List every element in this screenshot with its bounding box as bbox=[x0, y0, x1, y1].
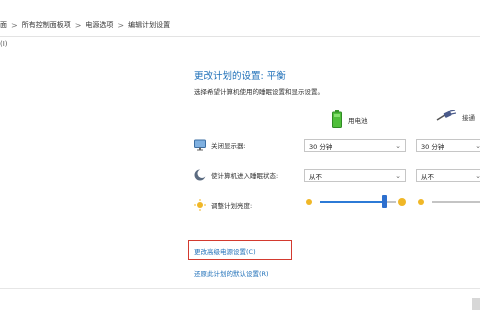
chevron-down-icon: ⌄ bbox=[475, 142, 480, 150]
chevron-right-icon: > bbox=[74, 20, 82, 30]
chevron-down-icon: ⌄ bbox=[475, 172, 480, 180]
column-battery-label: 用电池 bbox=[348, 117, 368, 125]
sleep-plugged-value: 从不 bbox=[421, 172, 434, 181]
breadcrumb: 面 > 所有控制面板项 > 电源选项 > 编辑计划设置 bbox=[0, 20, 170, 30]
row-brightness: 调整计划亮度: bbox=[194, 199, 252, 211]
advanced-power-settings-link[interactable]: 更改高级电源设置(C) bbox=[194, 246, 256, 256]
chevron-down-icon: ⌄ bbox=[395, 172, 401, 180]
save-button-edge[interactable] bbox=[472, 298, 480, 310]
slider-thumb[interactable] bbox=[382, 195, 388, 208]
chevron-right-icon: > bbox=[117, 20, 125, 30]
column-plugged-label: 接通 bbox=[462, 114, 475, 122]
display-off-label: 关闭显示器: bbox=[211, 142, 246, 150]
monitor-icon bbox=[194, 139, 206, 151]
display-off-plugged-select[interactable]: 30 分钟 ⌄ bbox=[416, 139, 480, 152]
display-off-plugged-value: 30 分钟 bbox=[421, 142, 445, 151]
column-plugged: 接通 bbox=[436, 109, 475, 124]
sleep-battery-value: 从不 bbox=[309, 172, 322, 181]
slider-track bbox=[432, 201, 480, 203]
slider-fill bbox=[320, 201, 385, 203]
chevron-right-icon: > bbox=[11, 20, 18, 30]
sleep-label: 使计算机进入睡眠状态: bbox=[211, 172, 279, 180]
dim-sun-icon bbox=[306, 199, 312, 205]
breadcrumb-root[interactable]: 面 bbox=[0, 20, 7, 30]
breadcrumb-all-control-panel[interactable]: 所有控制面板项 bbox=[22, 20, 71, 30]
bright-sun-icon bbox=[398, 198, 406, 206]
sun-icon bbox=[194, 199, 206, 211]
battery-icon bbox=[332, 110, 342, 130]
display-off-battery-select[interactable]: 30 分钟 ⌄ bbox=[304, 139, 406, 152]
chevron-down-icon: ⌄ bbox=[395, 142, 401, 150]
row-display-off: 关闭显示器: bbox=[194, 139, 246, 151]
dim-sun-icon bbox=[418, 199, 424, 205]
page-title: 更改计划的设置: 平衡 bbox=[194, 71, 286, 82]
restore-defaults-link[interactable]: 还原此计划的默认设置(R) bbox=[194, 268, 269, 278]
page-subtitle: 选择希望计算机使用的睡眠设置和显示设置。 bbox=[194, 88, 324, 96]
display-off-battery-value: 30 分钟 bbox=[309, 142, 333, 151]
column-battery: 用电池 bbox=[332, 110, 368, 130]
breadcrumb-edit-plan[interactable]: 编辑计划设置 bbox=[128, 20, 170, 30]
plug-icon bbox=[436, 109, 457, 124]
moon-icon bbox=[194, 169, 206, 181]
footer-divider bbox=[0, 288, 480, 289]
brightness-label: 调整计划亮度: bbox=[211, 202, 253, 210]
sleep-battery-select[interactable]: 从不 ⌄ bbox=[304, 169, 406, 182]
address-bar: 面 > 所有控制面板项 > 电源选项 > 编辑计划设置 bbox=[0, 14, 480, 37]
row-sleep: 使计算机进入睡眠状态: bbox=[194, 169, 278, 181]
breadcrumb-power-options[interactable]: 电源选项 bbox=[85, 20, 113, 30]
brightness-plugged-slider[interactable] bbox=[418, 195, 480, 209]
help-menu-fragment[interactable]: (I) bbox=[0, 40, 8, 48]
sleep-plugged-select[interactable]: 从不 ⌄ bbox=[416, 169, 480, 182]
brightness-battery-slider[interactable] bbox=[306, 195, 408, 209]
